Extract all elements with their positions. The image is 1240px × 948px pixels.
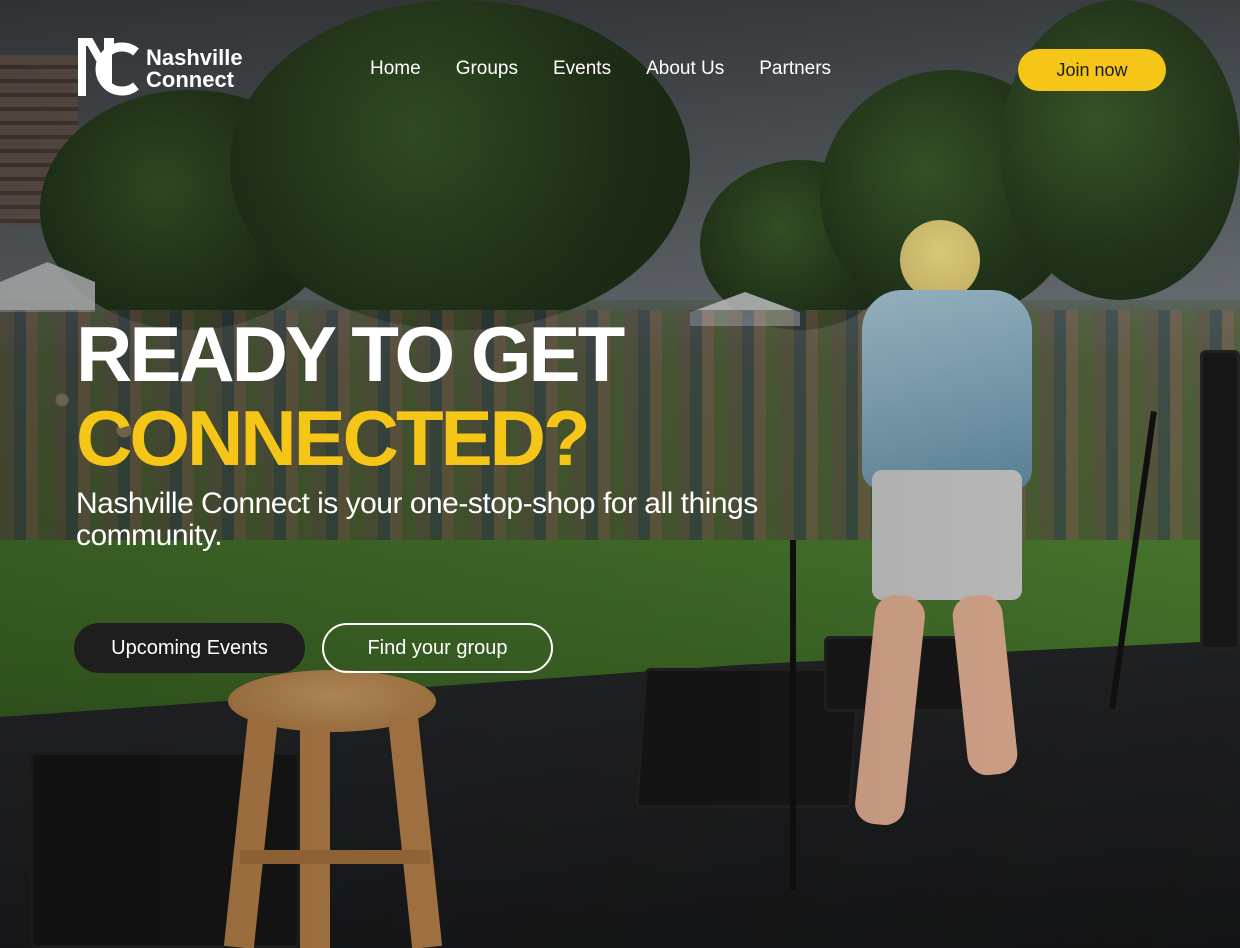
upcoming-events-button[interactable]: Upcoming Events [74,623,305,673]
nav-item-groups[interactable]: Groups [456,58,518,80]
nav-item-about-us[interactable]: About Us [646,58,724,80]
logo[interactable]: Nashville Connect [78,38,243,100]
join-now-button[interactable]: Join now [1018,49,1166,91]
site-header: Nashville Connect Home Groups Events Abo… [0,0,1240,140]
hero-title: READY TO GET CONNECTED? [76,310,625,482]
nav-item-events[interactable]: Events [553,58,611,80]
logo-line1: Nashville [146,45,243,70]
logo-line2: Connect [146,67,234,92]
nav-item-home[interactable]: Home [370,58,421,80]
landing-page: Nashville Connect Home Groups Events Abo… [0,0,1240,948]
logo-wordmark: Nashville Connect [146,47,243,91]
nav-item-partners[interactable]: Partners [759,58,831,80]
main-nav: Home Groups Events About Us Partners [370,58,831,80]
hero-title-line2: CONNECTED? [76,394,591,482]
nc-monogram-icon [78,38,140,100]
hero-title-line1: READY TO GET [76,310,625,398]
hero-subtitle: Nashville Connect is your one-stop-shop … [76,487,758,552]
find-your-group-button[interactable]: Find your group [322,623,553,673]
